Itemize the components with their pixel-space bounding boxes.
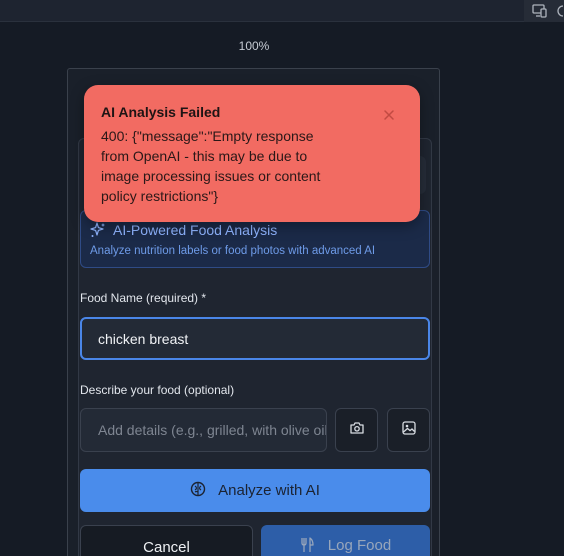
food-name-input[interactable]: chicken breast xyxy=(80,317,430,360)
toast-title: AI Analysis Failed xyxy=(101,104,221,120)
description-label: Describe your food (optional) xyxy=(80,383,235,397)
top-bar-icons xyxy=(524,0,564,22)
log-food-button[interactable]: Log Food xyxy=(261,525,430,556)
description-input[interactable]: Add details (e.g., grilled, with olive o… xyxy=(80,408,327,452)
zoom-level: 100% xyxy=(238,39,270,53)
ai-panel-subtitle: Analyze nutrition labels or food photos … xyxy=(90,245,376,257)
close-icon[interactable] xyxy=(382,108,396,122)
analyze-with-ai-button[interactable]: Analyze with AI xyxy=(80,469,430,512)
devices-icon[interactable] xyxy=(532,4,548,18)
brain-icon xyxy=(190,481,206,501)
log-button-label: Log Food xyxy=(327,537,392,554)
cancel-button[interactable]: Cancel xyxy=(80,525,253,556)
error-toast: AI Analysis Failed 400: {"message":"Empt… xyxy=(84,85,420,222)
food-name-label: Food Name (required) * xyxy=(80,291,207,305)
toast-message: 400: {"message":"Empty response from Ope… xyxy=(101,128,321,204)
utensils-icon xyxy=(300,537,314,556)
sparkles-icon xyxy=(90,222,106,243)
upload-image-button[interactable] xyxy=(387,408,430,452)
top-bar xyxy=(0,0,564,22)
more-icon[interactable] xyxy=(556,4,564,18)
cancel-button-label: Cancel xyxy=(143,539,190,556)
ai-panel-title: AI-Powered Food Analysis xyxy=(113,222,278,238)
image-icon xyxy=(401,420,416,440)
camera-icon xyxy=(349,421,364,439)
camera-button[interactable] xyxy=(335,408,378,452)
analyze-button-label: Analyze with AI xyxy=(218,482,320,499)
